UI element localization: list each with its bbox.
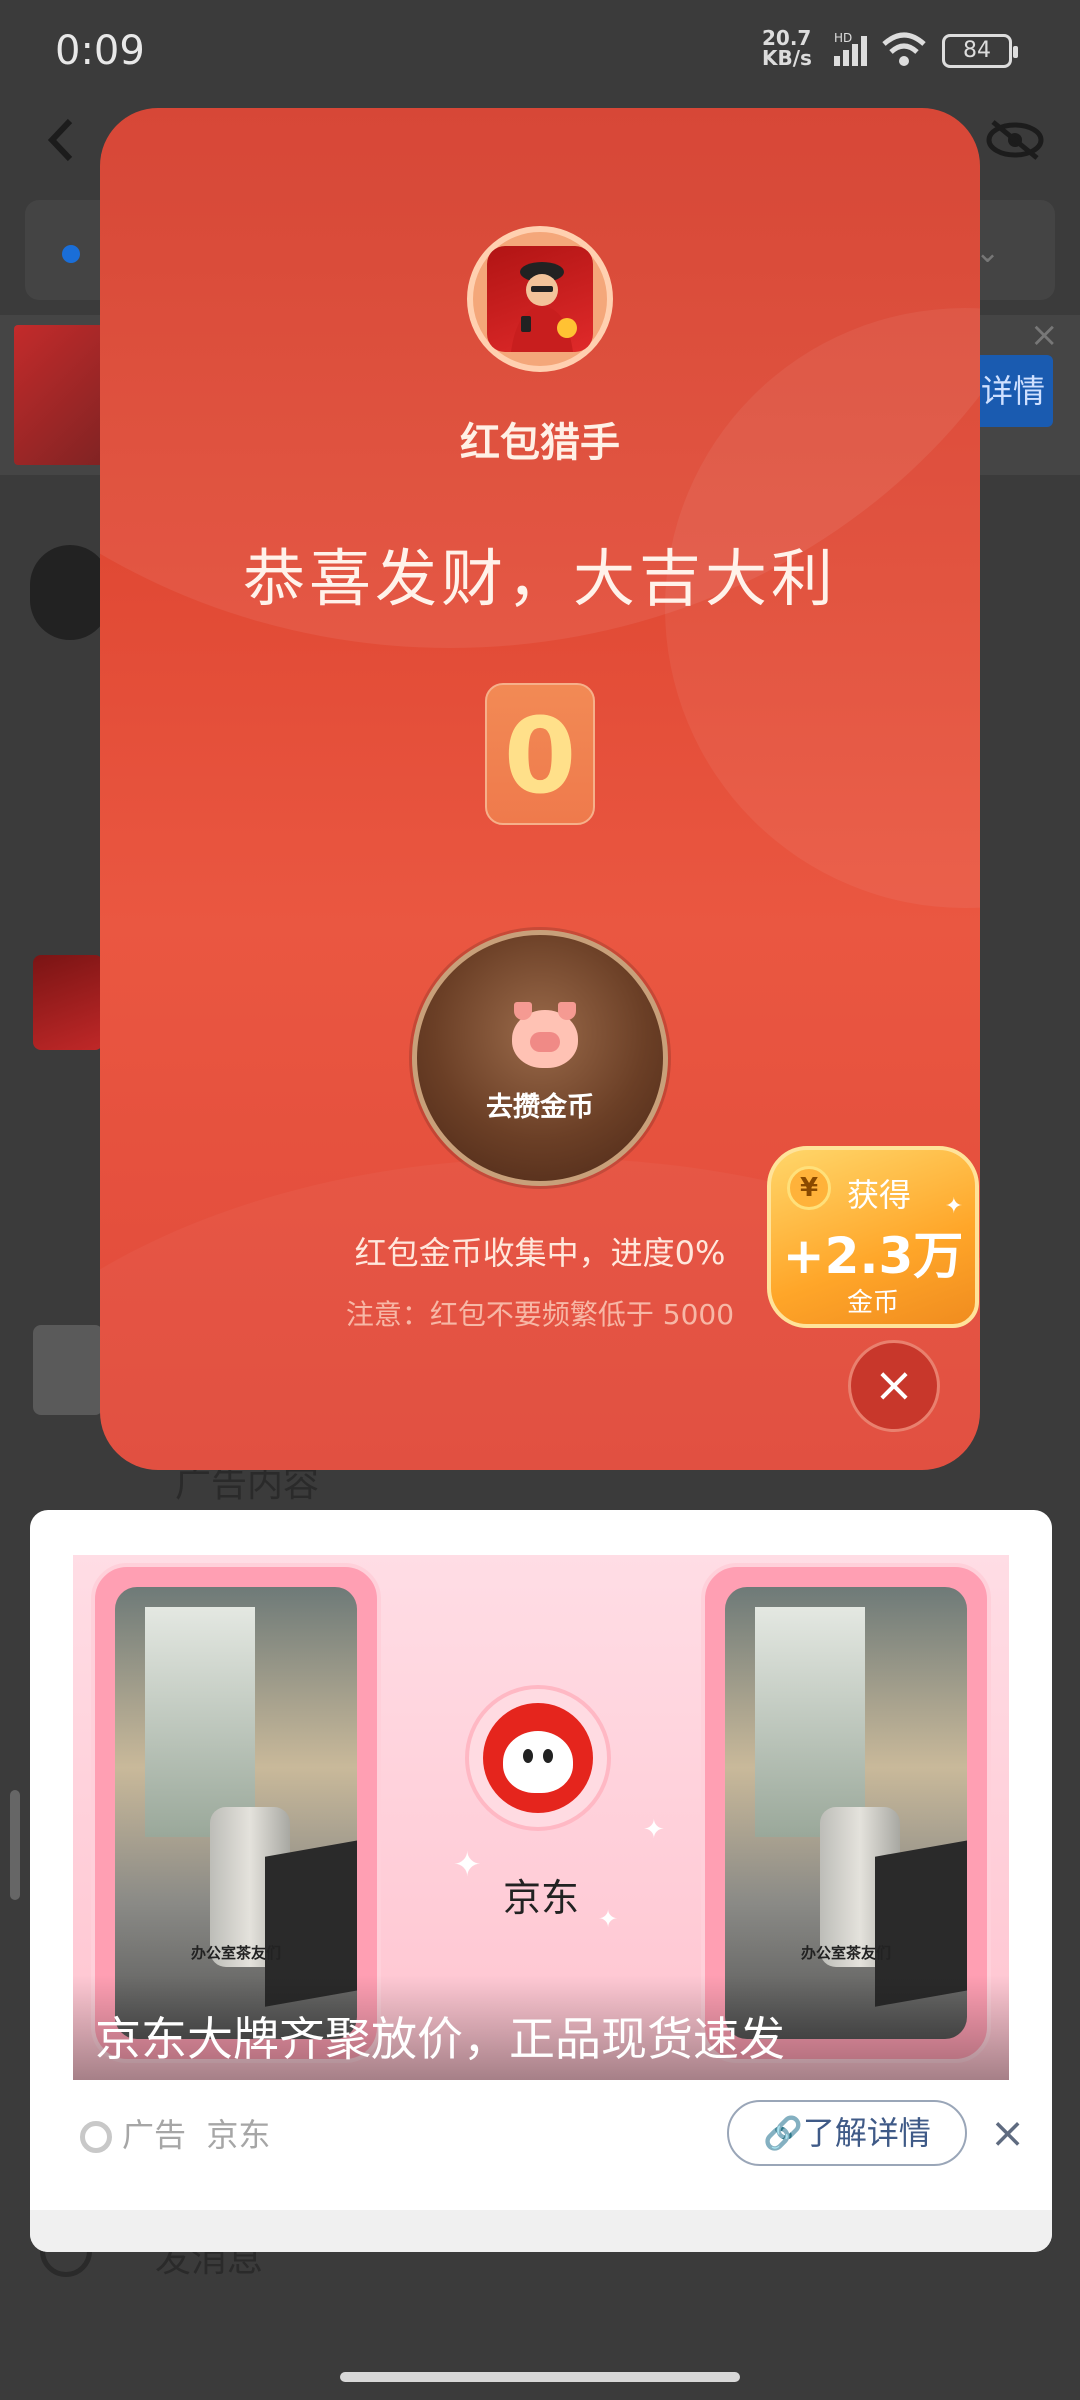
blue-dot-indicator	[62, 245, 80, 263]
background-avatar	[30, 545, 110, 640]
app-avatar	[467, 226, 613, 372]
net-speed-unit: KB/s	[762, 46, 812, 70]
status-time: 0:09	[55, 28, 145, 74]
ad-logo-icon	[80, 2121, 112, 2153]
collect-coins-button[interactable]: 去攒金币	[412, 930, 668, 1186]
brand-name: 京东	[502, 1876, 579, 1920]
home-indicator[interactable]	[340, 2372, 740, 2382]
background-avatar	[33, 955, 103, 1050]
close-icon: ×	[873, 1357, 915, 1413]
ad-card-footer	[30, 2210, 1052, 2252]
reward-amount: +2.3万	[782, 1227, 964, 1285]
ad-image[interactable]: 办公室茶友们 办公室茶友们 京东 ✦ ✦ ✦ 京东大牌齐聚放价，正品现货速发	[73, 1555, 1009, 2080]
product-photo: 办公室茶友们	[725, 1587, 967, 2039]
ad-label: 广告	[122, 2116, 187, 2154]
background-avatar	[33, 1325, 103, 1415]
net-speed: 20.7 KB/s	[762, 28, 812, 68]
pig-icon	[512, 1002, 578, 1068]
background-close-icon[interactable]: ×	[1030, 315, 1059, 355]
sparkle-icon: ✦	[598, 1905, 619, 1933]
jd-mascot-icon	[483, 1703, 593, 1813]
sparkle-icon: ✦	[643, 1815, 665, 1845]
ad-close-icon[interactable]: ×	[990, 2108, 1025, 2157]
phone-caption: 办公室茶友们	[190, 1944, 281, 1962]
back-icon[interactable]	[42, 115, 82, 165]
screen: 0:09 20.7 KB/s HD 84 ⌄ 详情 × 广告内容 发消息 红包猎…	[0, 0, 1080, 2400]
sparkle-icon: ✦	[453, 1845, 482, 1885]
god-of-wealth-icon	[487, 246, 593, 352]
app-name: 红包猎手	[460, 420, 620, 466]
reward-unit: 金币	[846, 1288, 899, 1318]
product-photo: 办公室茶友们	[115, 1587, 357, 2039]
battery-icon: 84	[942, 34, 1018, 68]
jd-logo	[465, 1685, 611, 1831]
coin-counter: 0	[485, 683, 595, 825]
advertiser-name: 京东	[206, 2116, 271, 2154]
learn-more-label: 了解详情	[802, 2114, 931, 2152]
scrollbar[interactable]	[10, 1790, 20, 1900]
learn-more-button[interactable]: 🔗了解详情	[727, 2100, 967, 2166]
net-speed-value: 20.7	[762, 26, 812, 50]
wifi-icon	[882, 32, 926, 66]
greeting-headline: 恭喜发财，大吉大利	[242, 542, 837, 615]
status-bar: 0:09 20.7 KB/s HD 84	[0, 0, 1080, 100]
phone-caption: 办公室茶友们	[800, 1944, 891, 1962]
ad-card[interactable]: 办公室茶友们 办公室茶友们 京东 ✦ ✦ ✦ 京东大牌齐聚放价，正品现货速发 广…	[30, 1510, 1052, 2252]
coin-reward-badge[interactable]: ¥ 获得 ✦ +2.3万 金币	[767, 1146, 979, 1328]
eye-off-icon[interactable]	[985, 118, 1045, 162]
close-dialog-button[interactable]: ×	[848, 1340, 940, 1432]
ad-caption: 京东大牌齐聚放价，正品现货速发	[95, 2012, 785, 2066]
hd-label: HD	[834, 32, 852, 45]
reward-title: 获得	[847, 1176, 912, 1214]
yen-coin-icon: ¥	[787, 1166, 831, 1210]
ad-source: 广告 京东	[80, 2110, 270, 2156]
cellular-signal-icon: HD	[834, 32, 867, 66]
link-icon: 🔗	[763, 2114, 803, 2152]
collect-coins-label: 去攒金币	[486, 1092, 594, 1123]
